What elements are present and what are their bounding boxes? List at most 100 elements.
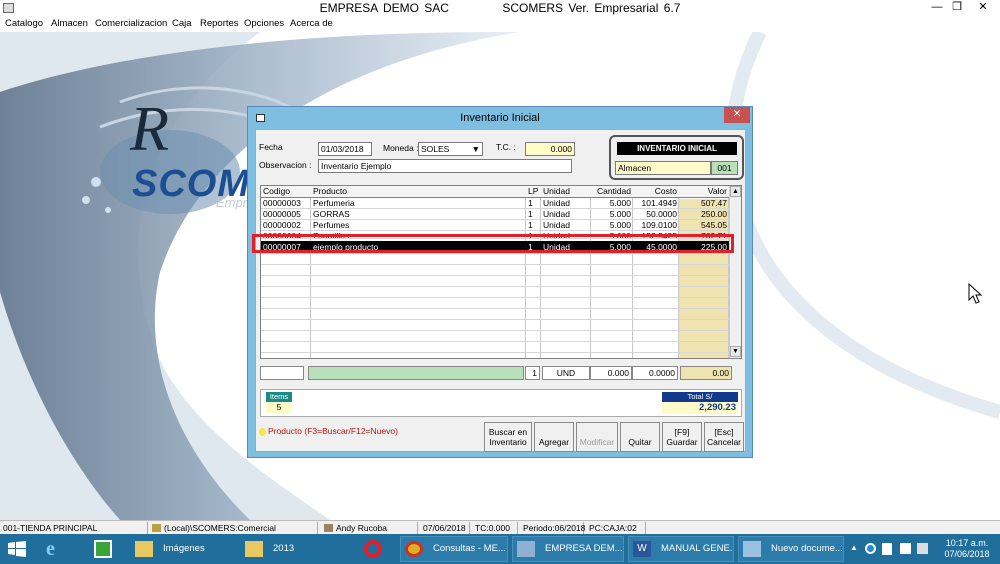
- restore-button[interactable]: ❐: [944, 0, 970, 17]
- status-pc: PC:CAJA:02: [586, 522, 646, 534]
- empty-row[interactable]: [261, 254, 729, 265]
- taskbar-item-2013[interactable]: 2013: [240, 536, 350, 562]
- taskbar-item-empresa[interactable]: EMPRESA DEM...: [512, 536, 624, 562]
- internet-explorer-icon[interactable]: e: [46, 539, 68, 559]
- empty-row[interactable]: [261, 298, 729, 309]
- status-tc: TC:0.000: [472, 522, 518, 534]
- almacen-field[interactable]: Almacen: [615, 161, 711, 175]
- entry-producto[interactable]: [308, 366, 524, 380]
- cancelar-button[interactable]: [Esc] Cancelar: [704, 422, 744, 452]
- header-costo[interactable]: Costo: [633, 186, 679, 198]
- dialog-close-button[interactable]: ✕: [724, 107, 750, 123]
- taskbar-item-imagenes[interactable]: Imágenes: [130, 536, 236, 562]
- header-unidad[interactable]: Unidad: [541, 186, 591, 198]
- menu-acerca-de[interactable]: Acerca de: [290, 18, 333, 29]
- taskbar-item-consultas[interactable]: Consultas - ME...: [400, 536, 508, 562]
- modificar-button[interactable]: Modificar: [576, 422, 618, 452]
- scroll-up-icon[interactable]: ▲: [730, 186, 741, 197]
- cell-codigo: 00000003: [263, 198, 301, 208]
- cell-cantidad: 5.000: [609, 220, 631, 230]
- entry-unidad[interactable]: UND: [542, 366, 590, 380]
- menu-almacen[interactable]: Almacen: [51, 18, 88, 29]
- button-line2: Cancelar: [706, 437, 742, 447]
- network-status-icon[interactable]: [900, 543, 911, 554]
- menu-catalogo[interactable]: Catalogo: [5, 18, 43, 29]
- flag-icon[interactable]: [882, 543, 892, 555]
- clock-time: 10:17 a.m.: [945, 538, 989, 548]
- taskbar-item-nuevo-documento[interactable]: Nuevo docume...: [738, 536, 844, 562]
- cell-cantidad: 5.000: [609, 198, 631, 208]
- observacion-label: Observacion :: [259, 160, 312, 170]
- empty-row[interactable]: [261, 265, 729, 276]
- fecha-label: Fecha: [259, 142, 283, 152]
- entry-lp[interactable]: 1: [525, 366, 540, 380]
- entry-cantidad[interactable]: 0.000: [590, 366, 632, 380]
- scroll-down-icon[interactable]: ▼: [730, 346, 741, 357]
- empty-row[interactable]: [261, 309, 729, 320]
- entry-costo[interactable]: 0.0000: [632, 366, 678, 380]
- status-database-text: (Local)\SCOMERS:Comercial: [164, 523, 276, 533]
- button-line2: Guardar: [666, 437, 698, 447]
- menu-reportes[interactable]: Reportes: [200, 18, 239, 29]
- header-valor[interactable]: Valor: [679, 186, 729, 198]
- header-producto[interactable]: Producto: [311, 186, 526, 198]
- guardar-button[interactable]: [F9] Guardar: [662, 422, 702, 452]
- empty-row[interactable]: [261, 320, 729, 331]
- header-lp[interactable]: LP: [526, 186, 541, 198]
- cell-costo: 50.0000: [646, 209, 677, 219]
- show-hidden-icons[interactable]: ▲: [850, 543, 858, 552]
- hint-text: Producto (F3=Buscar/F12=Nuevo): [268, 426, 398, 436]
- entry-codigo[interactable]: [260, 366, 304, 380]
- header-codigo[interactable]: Codigo: [261, 186, 311, 198]
- grid-scrollbar[interactable]: ▲ ▼: [729, 186, 741, 358]
- taskbar-item-manual[interactable]: W MANUAL GENE...: [628, 536, 734, 562]
- inventario-inicial-panel: INVENTARIO INICIAL Almacen 001: [609, 135, 744, 180]
- header-cantidad[interactable]: Cantidad: [591, 186, 633, 198]
- cell-cantidad: 5.000: [609, 209, 631, 219]
- windows-start-icon[interactable]: [8, 541, 26, 557]
- taskbar-clock[interactable]: 10:17 a.m. 07/06/2018: [938, 538, 996, 560]
- menu-opciones[interactable]: Opciones: [244, 18, 284, 29]
- word-icon: W: [633, 541, 651, 557]
- inventory-grid[interactable]: Codigo Producto LP Unidad Cantidad Costo…: [260, 185, 742, 359]
- empty-row[interactable]: [261, 331, 729, 342]
- cell-valor: 507.47: [701, 198, 727, 208]
- svg-text:R: R: [129, 93, 169, 164]
- folder-icon: [245, 541, 263, 557]
- volume-icon[interactable]: [917, 543, 928, 554]
- agregar-button[interactable]: Agregar: [534, 422, 574, 452]
- status-date: 07/06/2018: [420, 522, 470, 534]
- moneda-select[interactable]: SOLES ▼: [418, 142, 483, 156]
- empty-row[interactable]: [261, 342, 729, 353]
- fecha-input[interactable]: 01/03/2018: [318, 142, 372, 156]
- task-label: Consultas - ME...: [433, 543, 506, 554]
- taskbar: e Imágenes 2013 Consultas - ME... EMPRES…: [0, 534, 1000, 564]
- table-row[interactable]: 00000003 Perfumeria 1 Unidad 5.000 101.4…: [261, 198, 729, 209]
- almacen-code: 001: [711, 161, 738, 175]
- cell-costo: 101.4949: [641, 198, 677, 208]
- store-icon[interactable]: [94, 540, 112, 558]
- empty-row[interactable]: [261, 276, 729, 287]
- cell-codigo: 00000002: [263, 220, 301, 230]
- quitar-button[interactable]: Quitar: [620, 422, 660, 452]
- cell-codigo: 00000005: [263, 209, 301, 219]
- clock-date: 07/06/2018: [944, 549, 990, 559]
- menu-caja[interactable]: Caja: [172, 18, 192, 29]
- observacion-input[interactable]: Inventario Ejemplo: [318, 159, 572, 173]
- tc-input[interactable]: 0.000: [525, 142, 575, 156]
- cell-producto: GORRAS: [313, 209, 350, 219]
- total-label: Total S/: [662, 392, 738, 402]
- menu-comercializacion[interactable]: Comercializacion: [95, 18, 167, 29]
- status-database: (Local)\SCOMERS:Comercial: [150, 522, 318, 534]
- table-row[interactable]: 00000002 Perfumes 1 Unidad 5.000 109.010…: [261, 220, 729, 231]
- network-icon[interactable]: [865, 543, 876, 554]
- table-row[interactable]: 00000005 GORRAS 1 Unidad 5.000 50.0000 2…: [261, 209, 729, 220]
- cell-valor: 250.00: [701, 209, 727, 219]
- empty-row[interactable]: [261, 287, 729, 298]
- close-button[interactable]: ✕: [970, 0, 996, 17]
- items-count: 5: [266, 402, 292, 413]
- task-label: Nuevo docume...: [771, 543, 843, 554]
- opera-icon[interactable]: [364, 540, 382, 558]
- buscar-inventario-button[interactable]: Buscar en Inventario: [484, 422, 532, 452]
- cell-unidad: Unidad: [543, 220, 570, 230]
